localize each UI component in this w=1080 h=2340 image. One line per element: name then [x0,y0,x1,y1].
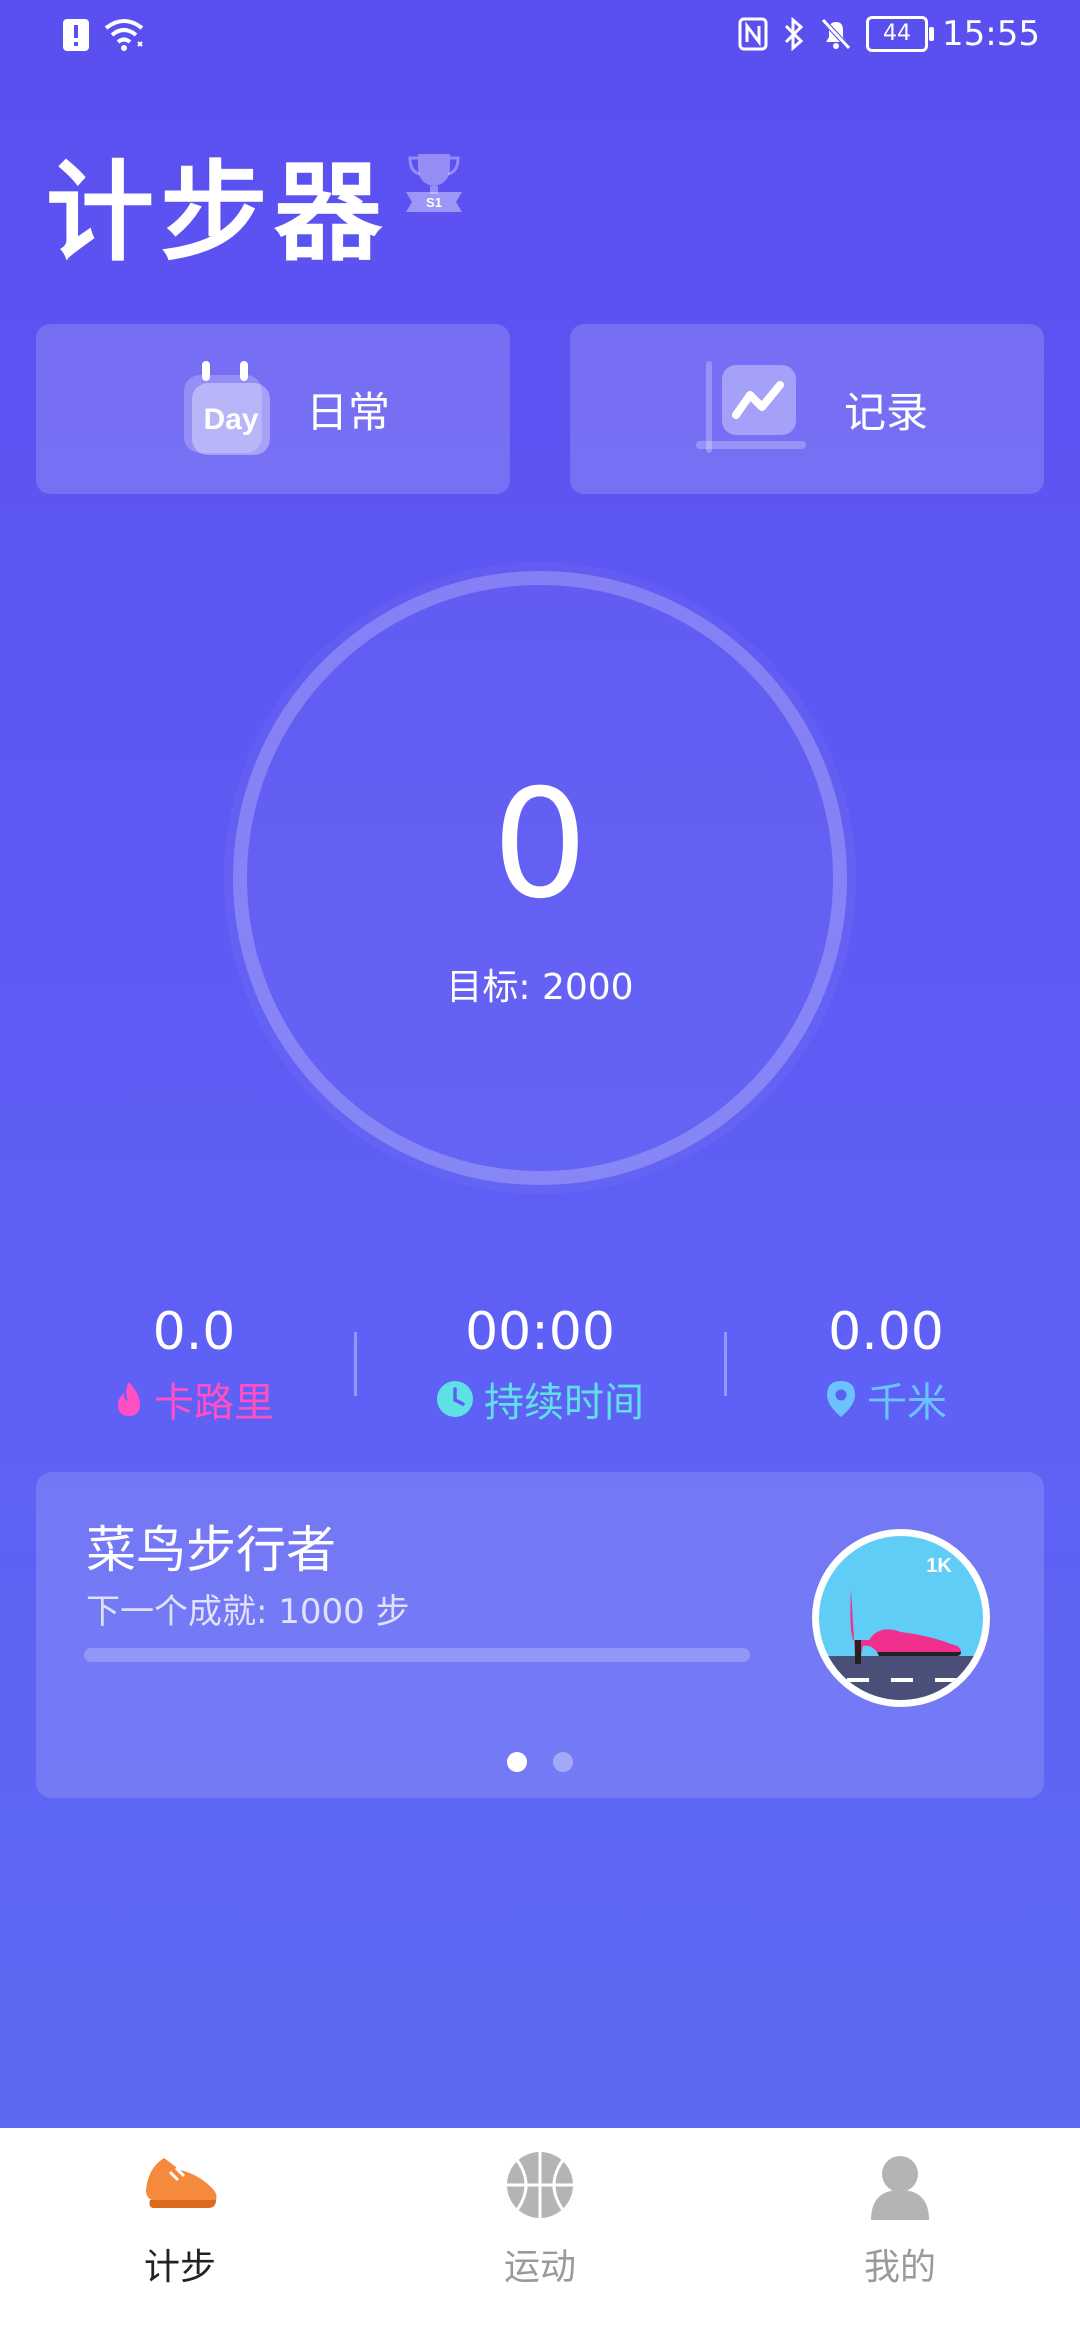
chart-record-icon [696,361,806,453]
achievement-card[interactable]: 菜鸟步行者 下一个成就: 1000 步 1K [36,1472,1044,1798]
pager-dot[interactable] [507,1752,527,1772]
calories-stat: 0.0 卡路里 [44,1300,344,1428]
tab-steps[interactable]: 计步 [0,2150,360,2290]
tab-sports[interactable]: 运动 [360,2150,720,2290]
stat-divider [354,1332,357,1396]
calories-label: 卡路里 [154,1380,274,1426]
duration-value: 00:00 [465,1302,615,1362]
duration-stat: 00:00 持续时间 [390,1300,690,1428]
basketball-icon [507,2152,573,2218]
tab-steps-label: 计步 [143,2247,216,2288]
step-target: 目标: 2000 [446,967,634,1008]
bottom-tab-bar: 计步 运动 我的 [0,2128,1080,2340]
alert-icon [63,19,89,51]
trophy-badge-label: S1 [426,195,442,210]
trophy-icon[interactable]: S1 [404,150,464,214]
stats-row: 0.0 卡路里 00:00 持续时间 0.00 千米 [0,1300,1080,1440]
pager-dots [36,1752,1044,1772]
wifi-icon [104,19,144,51]
calories-value: 0.0 [152,1302,236,1362]
bluetooth-icon [784,17,804,51]
nfc-icon [738,17,768,51]
person-icon [871,2156,929,2220]
record-button[interactable]: 记录 [570,324,1044,494]
achievement-title: 菜鸟步行者 [86,1521,336,1579]
status-bar: 44 15:55 [0,0,1080,80]
mute-bell-icon [821,18,851,50]
battery-indicator: 44 [866,16,935,52]
shoe-icon [146,2158,217,2208]
achievement-next: 下一个成就: 1000 步 [86,1592,410,1632]
location-pin-icon [827,1381,855,1417]
record-label: 记录 [844,387,929,437]
tab-sports-label: 运动 [503,2247,576,2288]
badge-text: 1K [926,1555,952,1577]
step-progress-ring: 0 目标: 2000 [222,560,858,1196]
daily-button[interactable]: Day 日常 [36,324,510,494]
calendar-day-icon: Day [184,361,270,455]
step-count: 0 [492,758,588,932]
status-time: 15:55 [942,14,1040,54]
stat-divider [724,1332,727,1396]
high-heel-badge-icon[interactable]: 1K [811,1528,991,1708]
tab-mine[interactable]: 我的 [720,2150,1080,2290]
achievement-progress-bar [84,1648,750,1662]
duration-label: 持续时间 [484,1380,644,1426]
distance-value: 0.00 [828,1302,944,1362]
calendar-day-text: Day [203,403,258,436]
pager-dot[interactable] [553,1752,573,1772]
battery-level: 44 [883,21,912,46]
page-title: 计步器 [46,151,389,276]
distance-label: 千米 [867,1380,947,1426]
tab-mine-label: 我的 [863,2247,936,2288]
flame-icon [118,1382,140,1416]
daily-label: 日常 [306,387,391,437]
clock-icon [437,1381,473,1417]
distance-stat: 0.00 千米 [736,1300,1036,1428]
